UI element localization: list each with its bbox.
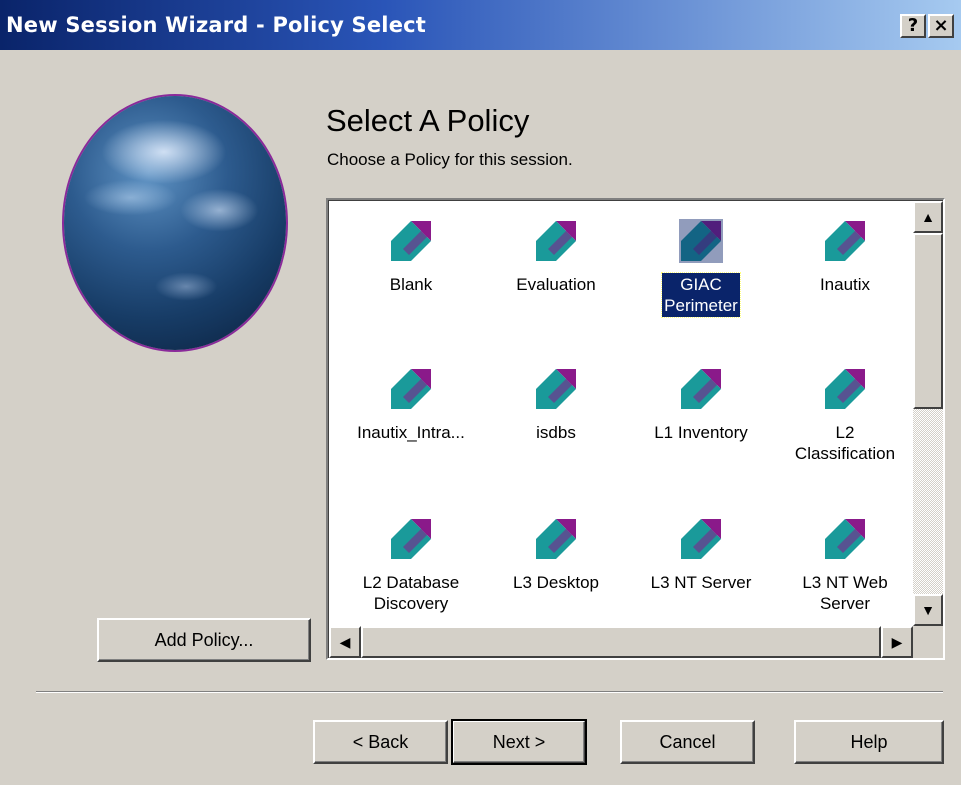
horizontal-scroll-thumb[interactable]	[361, 626, 881, 658]
policy-item-label: Inautix_Intra...	[357, 423, 465, 442]
scroll-right-icon[interactable]: ▶	[881, 626, 913, 658]
policy-item[interactable]: L2 Classification	[775, 367, 913, 465]
horizontal-scrollbar[interactable]: ◀ ▶	[329, 626, 913, 658]
policy-item[interactable]: L1 Inventory	[631, 367, 771, 444]
help-icon[interactable]: ?	[900, 14, 926, 38]
policy-list[interactable]: Blank Evaluation GIAC Perimeter Inautix Inau…	[326, 198, 945, 660]
divider	[36, 691, 943, 693]
policy-item-label: L2 Database Discovery	[362, 573, 460, 613]
vertical-scrollbar[interactable]: ▲ ▼	[913, 201, 943, 626]
add-policy-button[interactable]: Add Policy...	[97, 618, 311, 662]
cancel-button[interactable]: Cancel	[620, 720, 755, 764]
page-title: Select A Policy	[326, 103, 530, 138]
policy-arrow-icon	[631, 219, 771, 263]
policy-item-label: L2 Classification	[794, 423, 896, 463]
help-button[interactable]: Help	[794, 720, 944, 764]
vertical-scroll-thumb[interactable]	[913, 233, 943, 409]
policy-item[interactable]: L3 NT Web Server	[775, 517, 913, 615]
scroll-down-icon[interactable]: ▼	[913, 594, 943, 626]
policy-arrow-icon	[631, 517, 771, 561]
policy-item-label: L1 Inventory	[654, 423, 748, 442]
policy-item-label: L3 Desktop	[513, 573, 599, 592]
policy-item-label: Blank	[389, 275, 433, 294]
policy-arrow-icon	[775, 517, 913, 561]
policy-item-label: Evaluation	[516, 275, 596, 294]
policy-item[interactable]: L3 NT Server	[631, 517, 771, 594]
scroll-up-icon[interactable]: ▲	[913, 201, 943, 233]
policy-item-label: Inautix	[819, 275, 871, 294]
policy-item[interactable]: Evaluation	[486, 219, 626, 296]
title-bar: New Session Wizard - Policy Select ? ×	[0, 0, 961, 50]
window-title: New Session Wizard - Policy Select	[6, 13, 427, 37]
policy-arrow-icon	[631, 367, 771, 411]
policy-arrow-icon	[775, 367, 913, 411]
policy-item[interactable]: GIAC Perimeter	[631, 219, 771, 318]
back-button[interactable]: < Back	[313, 720, 448, 764]
policy-item[interactable]: L2 Database Discovery	[341, 517, 481, 615]
policy-item[interactable]: isdbs	[486, 367, 626, 444]
close-icon[interactable]: ×	[928, 14, 954, 38]
policy-items: Blank Evaluation GIAC Perimeter Inautix Inau…	[329, 201, 913, 626]
policy-item-label: L3 NT Web Server	[802, 573, 888, 613]
policy-item[interactable]: Inautix_Intra...	[341, 367, 481, 444]
policy-item[interactable]: L3 Desktop	[486, 517, 626, 594]
page-subtitle: Choose a Policy for this session.	[327, 150, 573, 169]
policy-arrow-icon	[341, 367, 481, 411]
policy-item-label: L3 NT Server	[650, 573, 752, 592]
policy-item-label: GIAC Perimeter	[661, 272, 741, 318]
globe-image	[64, 96, 286, 350]
policy-item[interactable]: Inautix	[775, 219, 913, 296]
policy-arrow-icon	[486, 517, 626, 561]
policy-arrow-icon	[486, 367, 626, 411]
next-button[interactable]: Next >	[451, 719, 587, 765]
policy-arrow-icon	[775, 219, 913, 263]
policy-item-label: isdbs	[536, 423, 576, 442]
policy-arrow-icon	[341, 517, 481, 561]
scroll-left-icon[interactable]: ◀	[329, 626, 361, 658]
scroll-corner	[913, 626, 943, 658]
policy-arrow-icon	[486, 219, 626, 263]
policy-item[interactable]: Blank	[341, 219, 481, 296]
policy-arrow-icon	[341, 219, 481, 263]
